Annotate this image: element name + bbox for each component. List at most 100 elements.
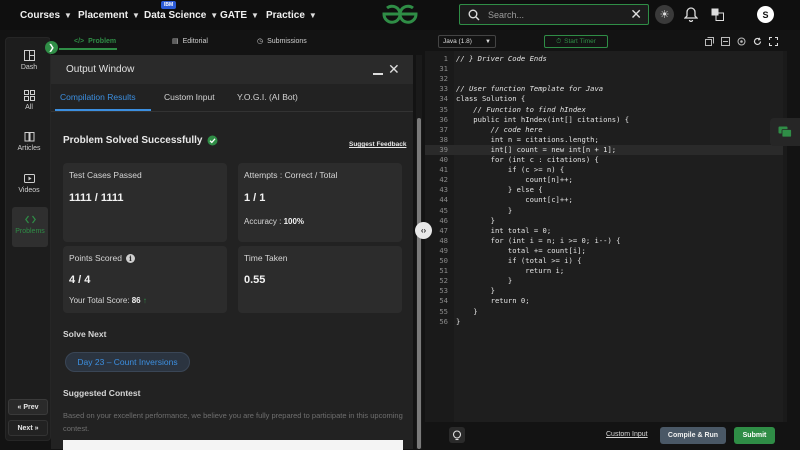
hint-button[interactable] [449,427,465,443]
code-line[interactable]: 31 [425,64,783,74]
video-icon [23,174,35,183]
nav-courses[interactable]: Courses ▼ [20,0,72,30]
reset-icon[interactable] [753,37,762,46]
search-icon [468,9,480,20]
line-number: 54 [439,296,448,306]
search-box[interactable]: Search... ✕ [459,4,649,25]
rail-item-articles[interactable]: Articles [6,131,52,152]
custom-input-link[interactable]: Custom Input [606,431,648,438]
time-value: 0.55 [244,274,266,286]
nav-gate[interactable]: GATE ▼ [220,0,259,30]
line-number: 49 [439,245,448,255]
points-label-text: Points Scored [69,253,122,263]
code-line[interactable]: 39 int[] count = new int[n + 1]; [425,144,783,155]
tests-card: Test Cases Passed 1111 / 1111 [63,163,227,242]
code-text: for (int i = n; i >= 0; i--) { [456,235,621,245]
suggest-feedback-link[interactable]: Suggest Feedback [349,141,406,148]
tab-editorial[interactable]: ▤ Editorial [172,32,208,50]
avatar[interactable]: S [757,6,774,23]
nav-practice[interactable]: Practice ▼ [266,0,317,30]
settings-icon[interactable] [737,37,746,46]
code-line[interactable]: 46 } [425,216,783,226]
expand-panel-icon[interactable]: ❯ [45,41,58,54]
line-number: 37 [439,124,448,134]
next-button[interactable]: Next » [8,420,48,436]
theme-toggle-icon[interactable]: ☀ [655,5,674,24]
tab-custom-input[interactable]: Custom Input [164,92,215,102]
next-problem-chip[interactable]: Day 23 – Count Inversions [65,352,190,372]
code-line[interactable]: 1 // } Driver Code Ends [425,54,783,64]
code-line[interactable]: 53 } [425,286,783,296]
gfg-logo-icon[interactable] [381,3,419,25]
minimize-icon[interactable] [373,73,383,75]
code-line[interactable]: 38 int n = citations.length; [425,135,783,145]
fullscreen-icon[interactable] [769,37,778,46]
code-line[interactable]: 45 } [425,206,783,216]
chevron-down-icon: ▼ [251,10,259,20]
left-rail: Dash All Articles Videos Problems [5,37,51,441]
prev-button[interactable]: « Prev [8,399,48,415]
code-line[interactable]: 40 for (int c : citations) { [425,155,783,165]
suggested-contest-text: Based on your excellent performance, we … [63,411,403,433]
code-line[interactable]: 41 if (c >= n) { [425,165,783,175]
copy-icon[interactable] [705,37,714,46]
search-input[interactable]: Search... [488,10,630,20]
editor-scrollbar[interactable] [783,51,787,422]
code-line[interactable]: 33 // User function Template for Java [425,84,783,94]
code-line[interactable]: 47 int total = 0; [425,226,783,236]
code-line[interactable]: 34 class Solution { [425,94,783,104]
line-number: 56 [439,316,448,326]
code-line[interactable]: 55 } [425,307,783,317]
code-line[interactable]: 56} [425,317,783,327]
tab-submissions[interactable]: ◷ Submissions [257,32,307,50]
submit-button[interactable]: Submit [734,427,775,444]
start-timer-button[interactable]: ⏱ Start Timer [544,35,608,48]
line-number: 35 [439,104,448,114]
bell-icon[interactable] [684,7,698,22]
info-icon[interactable]: i [125,253,135,263]
panel-resize-handle-icon[interactable]: ‹› [415,222,432,239]
code-text: for (int c : citations) { [456,155,599,164]
tab-yogi-ai-bot[interactable]: Y.O.G.I. (AI Bot) [237,92,298,102]
code-line[interactable]: 42 count[n]++; [425,175,783,185]
scrollbar-thumb[interactable] [417,118,421,449]
code-line[interactable]: 52 } [425,276,783,286]
code-line[interactable]: 44 count[c]++; [425,195,783,205]
rail-item-videos[interactable]: Videos [6,173,52,194]
chat-button[interactable] [770,118,800,146]
points-card: Points Scored i 4 / 4 Your Total Score: 8… [63,246,227,313]
line-number: 42 [439,175,448,185]
active-tab-indicator [59,48,117,50]
code-line[interactable]: 36 public int hIndex(int[] citations) { [425,115,783,125]
code-line[interactable]: 48 for (int i = n; i >= 0; i--) { [425,236,783,246]
code-line[interactable]: 54 return 0; [425,296,783,306]
code-line[interactable]: 32 [425,74,783,84]
language-select[interactable]: Java (1.8) ▼ [438,35,496,48]
close-icon[interactable]: ✕ [388,61,400,78]
code-line[interactable]: 50 if (total >= i) { [425,256,783,266]
tests-value: 1111 / 1111 [69,192,124,204]
code-line[interactable]: 35 // Function to find hIndex [425,105,783,115]
code-line[interactable]: 49 total += count[i]; [425,246,783,256]
rail-item-dash[interactable]: Dash [6,50,52,71]
tab-label: Problem [88,37,117,45]
code-line[interactable]: 51 return i; [425,266,783,276]
code-line[interactable]: 37 // code here [425,125,783,135]
chevron-down-icon: ▼ [485,38,491,45]
line-number: 1 [443,54,448,63]
code-line[interactable]: 43 } else { [425,185,783,195]
rail-item-problems[interactable]: Problems [12,207,48,247]
nav-placement[interactable]: Placement ▼ [78,0,140,30]
nav-data-science[interactable]: Data Science ▼ [144,0,218,30]
translate-icon[interactable] [711,8,724,21]
compile-run-button[interactable]: Compile & Run [660,427,726,444]
line-number: 50 [439,256,448,265]
rail-item-all[interactable]: All [6,90,52,111]
code-text: public int hIndex(int[] citations) { [456,114,630,124]
code-text: // } Driver Code Ends [456,54,547,63]
total-score-value: 86 [131,296,141,305]
tab-compilation-results[interactable]: Compilation Results [60,92,136,102]
accuracy-value: 100% [283,217,305,226]
close-icon[interactable]: ✕ [630,6,642,23]
paste-icon[interactable] [721,37,730,46]
